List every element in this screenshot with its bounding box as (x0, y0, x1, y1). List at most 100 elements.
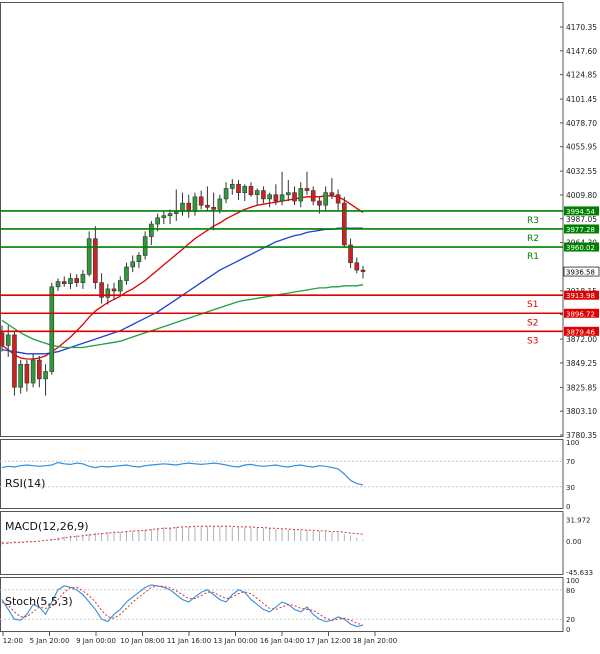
level-value-label: 3994.54 (566, 208, 595, 216)
x-tick-label: 17 Jan 12:00 (306, 637, 350, 645)
x-tick-label: 9 Jan 00:00 (76, 637, 116, 645)
stoch-label: Stoch(5,5,3) (5, 595, 73, 608)
candle-body (167, 213, 173, 216)
chart-svg: 4170.35 4147.60 4124.85 4101.45 4078.70 4055.… (0, 0, 600, 650)
price-tick-label: 4032.55 (566, 167, 597, 176)
level-name-r1: R1 (527, 252, 539, 262)
macd-tick-label: 0.00 (566, 538, 582, 546)
level-name-s2: S2 (527, 318, 538, 328)
candle-body (236, 183, 241, 193)
candle-body (0, 332, 5, 346)
price-tick-label: 4101.45 (566, 95, 597, 104)
stoch-tick-label: 20 (566, 616, 575, 624)
candle-body (136, 255, 142, 263)
current-price-label: 3936.58 (566, 269, 595, 277)
level-value-label: 3879.46 (566, 328, 595, 336)
candle-body (173, 211, 179, 214)
candle-body (248, 186, 254, 196)
level-value-label: 3960.02 (566, 244, 595, 252)
candle-body (242, 186, 248, 193)
candle-body (5, 334, 11, 346)
level-value-label: 3977.28 (566, 226, 595, 234)
candle-body (74, 278, 79, 283)
candle-body (286, 192, 291, 196)
level-name-r2: R2 (527, 234, 539, 244)
candle-body (68, 278, 73, 284)
candle-body (37, 359, 42, 380)
candle-body (360, 269, 366, 272)
level-value-label: 3896.72 (566, 310, 595, 318)
candle-body (80, 273, 86, 283)
candle-body (310, 190, 316, 202)
candle-body (49, 286, 55, 372)
price-tick-label: 4147.60 (566, 47, 597, 56)
price-tick-label: 4009.80 (566, 191, 597, 200)
x-tick-label: 16 Jan 04:00 (260, 637, 304, 645)
candle-body (211, 207, 216, 210)
x-tick-label: 10 Jan 08:00 (120, 637, 164, 645)
level-name-r3: R3 (527, 216, 539, 226)
candle-body (43, 371, 48, 380)
price-tick-label: 3825.85 (566, 383, 597, 392)
candle-body (24, 363, 30, 384)
candle-body (61, 281, 67, 284)
candle-body (279, 194, 285, 202)
price-tick-label: 3849.25 (566, 359, 597, 368)
candle-body (161, 215, 167, 219)
stoch-tick-label: 80 (566, 587, 575, 595)
candle-body (323, 192, 328, 206)
x-tick-label: 5 Jan 20:00 (30, 637, 70, 645)
candle-body (342, 202, 347, 246)
candle-body (105, 288, 111, 298)
candle-body (93, 238, 98, 283)
candle-body (142, 236, 148, 256)
candle-body (223, 188, 229, 200)
candle-body (12, 334, 17, 388)
candle-body (304, 188, 310, 191)
candle-body (111, 288, 117, 292)
candle-body (149, 223, 154, 237)
candle-body (155, 217, 160, 225)
chart-root: 4170.35 4147.60 4124.85 4101.45 4078.70 4055.… (0, 0, 600, 650)
x-tick-label: 11 Jan 16:00 (167, 637, 211, 645)
price-tick-label: 3872.00 (566, 335, 597, 344)
candle-body (267, 194, 272, 200)
x-tick-label: 13 Jan 00:00 (213, 637, 257, 645)
candle-body (317, 200, 322, 206)
candle-body (217, 198, 223, 210)
candle-body (229, 183, 235, 189)
level-name-s1: S1 (527, 300, 538, 310)
macd-label: MACD(12,26,9) (5, 520, 89, 533)
rsi-tick-label: 70 (566, 458, 575, 466)
price-tick-label: 4055.95 (566, 143, 597, 152)
candle-body (117, 280, 123, 292)
candle-body (55, 281, 61, 288)
x-tick-label: 4 Jan 12:00 (0, 637, 23, 645)
level-name-s3: S3 (527, 336, 538, 346)
x-tick-label: 18 Jan 20:00 (353, 637, 397, 645)
candle-body (261, 190, 266, 200)
candle-body (329, 192, 335, 196)
candle-body (292, 192, 297, 202)
candle-body (130, 261, 136, 268)
stoch-tick-label: 0 (566, 626, 570, 634)
candle-body (273, 194, 279, 202)
rsi-tick-label: 30 (566, 484, 575, 492)
candle-body (205, 204, 210, 208)
candle-body (192, 196, 198, 212)
macd-tick-label: 31.972 (566, 516, 591, 524)
rsi-tick-label: 0 (566, 503, 570, 511)
macd-tick-label: -45.633 (566, 569, 593, 577)
candle-body (335, 194, 341, 204)
candle-body (124, 266, 129, 281)
stoch-tick-label: 100 (566, 577, 579, 585)
candle-body (354, 262, 360, 271)
candle-body (198, 196, 204, 206)
candle-body (298, 188, 304, 202)
rsi-tick-label: 100 (566, 439, 579, 447)
rsi-label: RSI(14) (5, 477, 45, 490)
candle-body (18, 363, 23, 388)
price-tick-label: 4078.70 (566, 119, 597, 128)
price-tick-label: 3803.10 (566, 407, 597, 416)
candle-body (30, 359, 36, 384)
